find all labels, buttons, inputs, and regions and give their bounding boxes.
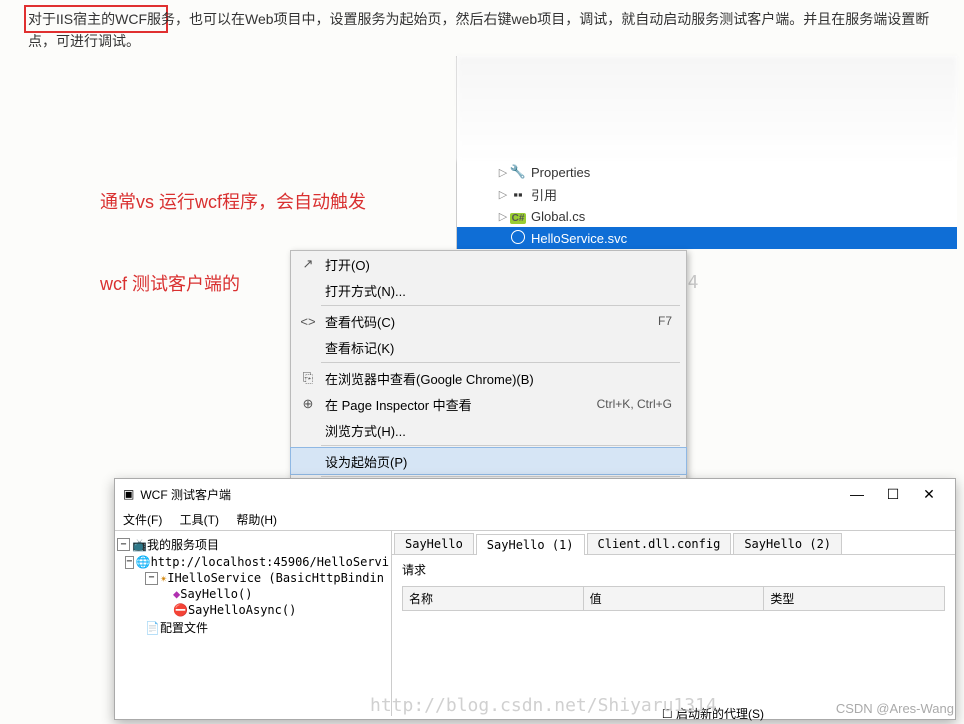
menu-view-markup[interactable]: 查看标记(K) <box>291 334 686 360</box>
tree-op-sayhello[interactable]: ◆ SayHello() <box>117 586 389 602</box>
menu-browse-chrome[interactable]: ⎘ 在浏览器中查看(Google Chrome)(B) <box>291 365 686 391</box>
description-text: 对于IIS宿主的WCF服务，也可以在Web项目中，设置服务为起始页，然后右键we… <box>28 8 954 52</box>
tree-item-references[interactable]: ▷ ▪▪ 引用 <box>457 183 957 205</box>
app-icon: ▣ <box>123 487 134 501</box>
th-name: 名称 <box>403 587 584 610</box>
inspector-icon: ⊕ <box>297 396 319 412</box>
tabs: SayHello SayHello (1) Client.dll.config … <box>392 531 955 555</box>
th-type: 类型 <box>764 587 944 610</box>
tab-client-config[interactable]: Client.dll.config <box>587 533 732 554</box>
references-icon: ▪▪ <box>509 187 527 202</box>
context-menu: ↗ 打开(O) 打开方式(N)... <> 查看代码(C) F7 查看标记(K)… <box>290 250 687 506</box>
solution-explorer: ▷ 🔧 Properties ▷ ▪▪ 引用 ▷ C# Global.cs He… <box>456 56 957 249</box>
close-button[interactable]: ✕ <box>911 486 947 503</box>
tree-label: Properties <box>531 165 590 180</box>
watermark-2: http://blog.csdn.net/Shiyaru1314 <box>370 695 717 716</box>
annotation-2: wcf 测试客户端的 <box>100 270 240 296</box>
csdn-watermark: CSDN @Ares-Wang <box>836 701 954 716</box>
title-bar: ▣ WCF 测试客户端 — ☐ ✕ <box>115 479 955 509</box>
menu-open-with[interactable]: 打开方式(N)... <box>291 277 686 303</box>
menu-help[interactable]: 帮助(H) <box>236 513 277 527</box>
tree-item-helloservice[interactable]: HelloService.svc <box>457 227 957 249</box>
menu-browse-with[interactable]: 浏览方式(H)... <box>291 417 686 443</box>
menu-set-start-page[interactable]: 设为起始页(P) <box>290 447 687 475</box>
menu-tools[interactable]: 工具(T) <box>180 513 219 527</box>
maximize-button[interactable]: ☐ <box>875 486 911 503</box>
tree-url[interactable]: −🌐 http://localhost:45906/HelloServi <box>117 554 389 570</box>
th-value: 值 <box>584 587 765 610</box>
tab-sayhello[interactable]: SayHello <box>394 533 474 554</box>
menu-open[interactable]: ↗ 打开(O) <box>291 251 686 277</box>
tab-sayhello-2[interactable]: SayHello (2) <box>733 533 842 554</box>
tree-item-properties[interactable]: ▷ 🔧 Properties <box>457 161 957 183</box>
blurred-area <box>457 56 957 161</box>
globe-icon <box>509 230 527 247</box>
minimize-button[interactable]: — <box>839 486 875 502</box>
tree-op-sayhelloasync[interactable]: ⛔ SayHelloAsync() <box>117 602 389 618</box>
window-title: WCF 测试客户端 <box>140 486 839 503</box>
browser-icon: ⎘ <box>297 370 319 386</box>
open-icon: ↗ <box>297 256 319 272</box>
tree-label: 引用 <box>531 185 557 204</box>
menu-file[interactable]: 文件(F) <box>123 513 162 527</box>
service-tree: −📺 我的服务项目 −🌐 http://localhost:45906/Hell… <box>115 531 392 716</box>
csharp-icon: C# <box>509 209 527 224</box>
menu-view-code[interactable]: <> 查看代码(C) F7 <box>291 308 686 334</box>
tree-root[interactable]: −📺 我的服务项目 <box>117 535 389 554</box>
tab-sayhello-1[interactable]: SayHello (1) <box>476 534 585 555</box>
annotation-1: 通常vs 运行wcf程序，会自动触发 <box>100 188 366 214</box>
tree-item-global[interactable]: ▷ C# Global.cs <box>457 205 957 227</box>
menu-bar: 文件(F) 工具(T) 帮助(H) <box>115 509 955 531</box>
wrench-icon: 🔧 <box>509 164 527 180</box>
menu-page-inspector[interactable]: ⊕ 在 Page Inspector 中查看 Ctrl+K, Ctrl+G <box>291 391 686 417</box>
wcf-test-client-window: ▣ WCF 测试客户端 — ☐ ✕ 文件(F) 工具(T) 帮助(H) −📺 我… <box>114 478 956 720</box>
tree-label: Global.cs <box>531 209 585 224</box>
tree-config[interactable]: 📄 配置文件 <box>117 618 389 637</box>
tree-contract[interactable]: −✴ IHelloService (BasicHttpBindin <box>117 570 389 586</box>
code-icon: <> <box>297 314 319 329</box>
tree-label: HelloService.svc <box>531 231 627 246</box>
request-table-header: 名称 值 类型 <box>402 586 945 611</box>
request-label: 请求 <box>402 561 945 578</box>
